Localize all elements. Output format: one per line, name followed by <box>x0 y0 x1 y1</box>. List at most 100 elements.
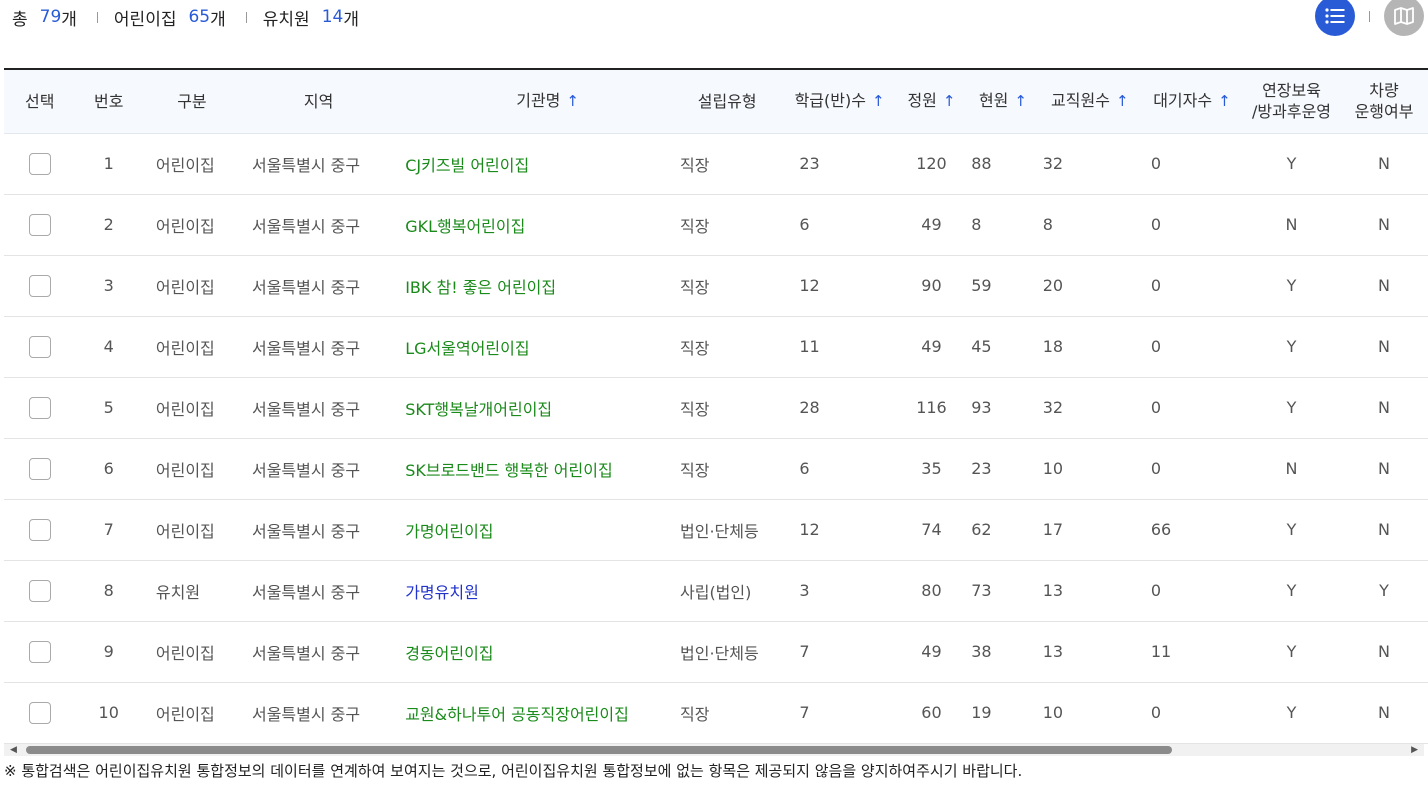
sort-arrow-icon[interactable]: ↑ <box>1014 92 1027 110</box>
total-unit: 개 <box>61 9 77 30</box>
cell-type: 어린이집 <box>141 682 242 744</box>
cell-region: 서울특별시 중구 <box>241 255 396 317</box>
header-staff[interactable]: 교직원수 ↑ <box>1038 70 1141 134</box>
cell-region: 서울특별시 중구 <box>241 682 396 744</box>
row-checkbox[interactable] <box>28 457 51 480</box>
cell-found: 직장 <box>671 438 784 500</box>
row-checkbox[interactable] <box>28 274 51 297</box>
cell-vehicle: N <box>1340 194 1428 256</box>
cell-capacity: 49 <box>895 621 968 683</box>
institution-name-link[interactable]: GKL행복어린이집 <box>395 194 671 256</box>
table-row: 4 어린이집 서울특별시 중구 LG서울역어린이집 직장 11 49 45 18 0 Y N <box>4 316 1428 378</box>
cell-waiting: 11 <box>1140 621 1243 683</box>
sort-arrow-icon[interactable]: ↑ <box>566 92 579 110</box>
cell-type: 어린이집 <box>141 316 242 378</box>
header-region: 지역 <box>241 70 396 134</box>
row-checkbox[interactable] <box>28 335 51 358</box>
cell-extended: Y <box>1243 255 1341 317</box>
cell-found: 직장 <box>671 377 784 439</box>
cell-current: 8 <box>967 194 1039 256</box>
institution-name-link[interactable]: 경동어린이집 <box>395 621 671 683</box>
cell-vehicle: N <box>1340 377 1428 439</box>
cell-region: 서울특별시 중구 <box>241 499 396 561</box>
scroll-right-icon[interactable]: ▶ <box>1411 745 1418 755</box>
header-classes[interactable]: 학급(반)수 ↑ <box>783 70 896 134</box>
sort-arrow-icon[interactable]: ↑ <box>1116 92 1129 110</box>
cell-type: 어린이집 <box>141 377 242 439</box>
sort-arrow-icon[interactable]: ↑ <box>1218 92 1231 110</box>
header-select: 선택 <box>4 70 76 134</box>
total-count: 79 <box>39 7 62 27</box>
row-checkbox[interactable] <box>28 579 51 602</box>
cell-capacity: 116 <box>895 377 968 439</box>
institution-name-link[interactable]: LG서울역어린이집 <box>395 316 671 378</box>
cell-staff: 20 <box>1038 255 1141 317</box>
cell-current: 73 <box>967 560 1039 622</box>
header-waiting[interactable]: 대기자수 ↑ <box>1140 70 1243 134</box>
cell-vehicle: N <box>1340 438 1428 500</box>
cell-staff: 8 <box>1038 194 1141 256</box>
sort-arrow-icon[interactable]: ↑ <box>943 92 956 110</box>
cell-waiting: 0 <box>1140 438 1243 500</box>
header-staff-label: 교직원수 <box>1051 91 1110 111</box>
table-row: 5 어린이집 서울특별시 중구 SKT행복날개어린이집 직장 28 116 93 32 0 Y N <box>4 377 1428 439</box>
row-checkbox[interactable] <box>28 213 51 236</box>
header-capacity-label: 정원 <box>907 91 937 111</box>
header-waiting-label: 대기자수 <box>1153 91 1213 111</box>
cell-extended: Y <box>1243 316 1341 378</box>
cell-vehicle: N <box>1340 133 1428 195</box>
cell-found: 법인·단체등 <box>671 621 784 683</box>
row-checkbox[interactable] <box>28 518 51 541</box>
cell-waiting: 0 <box>1140 255 1243 317</box>
sort-arrow-icon[interactable]: ↑ <box>872 92 885 110</box>
cell-classes: 12 <box>783 499 896 561</box>
cell-current: 93 <box>967 377 1039 439</box>
cell-extended: Y <box>1243 682 1341 744</box>
cell-select <box>4 255 76 317</box>
header-current[interactable]: 현원 ↑ <box>967 70 1039 134</box>
scroll-left-icon[interactable]: ◀ <box>10 745 17 755</box>
cell-region: 서울특별시 중구 <box>241 621 396 683</box>
row-checkbox[interactable] <box>28 396 51 419</box>
row-checkbox[interactable] <box>28 152 51 175</box>
cell-capacity: 49 <box>895 194 968 256</box>
cell-type: 어린이집 <box>141 621 242 683</box>
cell-no: 1 <box>75 133 142 195</box>
table-row: 6 어린이집 서울특별시 중구 SK브로드밴드 행복한 어린이집 직장 6 35 23 10 0 N… <box>4 438 1428 500</box>
cell-found: 직장 <box>671 255 784 317</box>
kinder-count: 14 <box>321 7 344 27</box>
map-view-button[interactable] <box>1384 0 1424 36</box>
header-classes-label: 학급(반)수 <box>794 91 866 111</box>
list-view-button[interactable] <box>1315 0 1355 36</box>
institution-name-link[interactable]: SKT행복날개어린이집 <box>395 377 671 439</box>
institution-name-link[interactable]: CJ키즈빌 어린이집 <box>395 133 671 195</box>
cell-select <box>4 316 76 378</box>
institution-name-link[interactable]: 교원&하나투어 공동직장어린이집 <box>395 682 671 744</box>
scrollbar-thumb[interactable] <box>26 746 1172 754</box>
cell-region: 서울특별시 중구 <box>241 438 396 500</box>
cell-found: 직장 <box>671 316 784 378</box>
cell-select <box>4 560 76 622</box>
institution-name-link[interactable]: IBK 참! 좋은 어린이집 <box>395 255 671 317</box>
institution-name-link[interactable]: SK브로드밴드 행복한 어린이집 <box>395 438 671 500</box>
table-header-row: 선택 번호 구분 지역 기관명 ↑ 설립유형 학급(반)수 ↑ 정원 ↑ 현원 ↑ 교직… <box>4 70 1428 134</box>
table-row: 1 어린이집 서울특별시 중구 CJ키즈빌 어린이집 직장 23 120 88 32 0 Y N <box>4 133 1428 195</box>
row-checkbox[interactable] <box>28 640 51 663</box>
table-row: 8 유치원 서울특별시 중구 가명유치원 사립(법인) 3 80 73 13 0 Y Y <box>4 560 1428 622</box>
horizontal-scrollbar[interactable]: ◀ ▶ <box>4 744 1424 756</box>
cell-select <box>4 438 76 500</box>
cell-no: 10 <box>75 682 142 744</box>
cell-classes: 7 <box>783 621 896 683</box>
cell-select <box>4 133 76 195</box>
cell-classes: 28 <box>783 377 896 439</box>
result-table-container[interactable]: 선택 번호 구분 지역 기관명 ↑ 설립유형 학급(반)수 ↑ 정원 ↑ 현원 ↑ 교직… <box>4 68 1428 745</box>
row-checkbox[interactable] <box>28 701 51 724</box>
header-found: 설립유형 <box>671 70 784 134</box>
table-row: 9 어린이집 서울특별시 중구 경동어린이집 법인·단체등 7 49 38 13 11 Y N <box>4 621 1428 683</box>
header-capacity[interactable]: 정원 ↑ <box>895 70 968 134</box>
cell-capacity: 74 <box>895 499 968 561</box>
header-name[interactable]: 기관명 ↑ <box>395 70 671 134</box>
institution-name-link[interactable]: 가명어린이집 <box>395 499 671 561</box>
result-summary: 총 79 개 어린이집 65 개 유치원 14 개 <box>12 4 359 30</box>
institution-name-link[interactable]: 가명유치원 <box>395 560 671 622</box>
